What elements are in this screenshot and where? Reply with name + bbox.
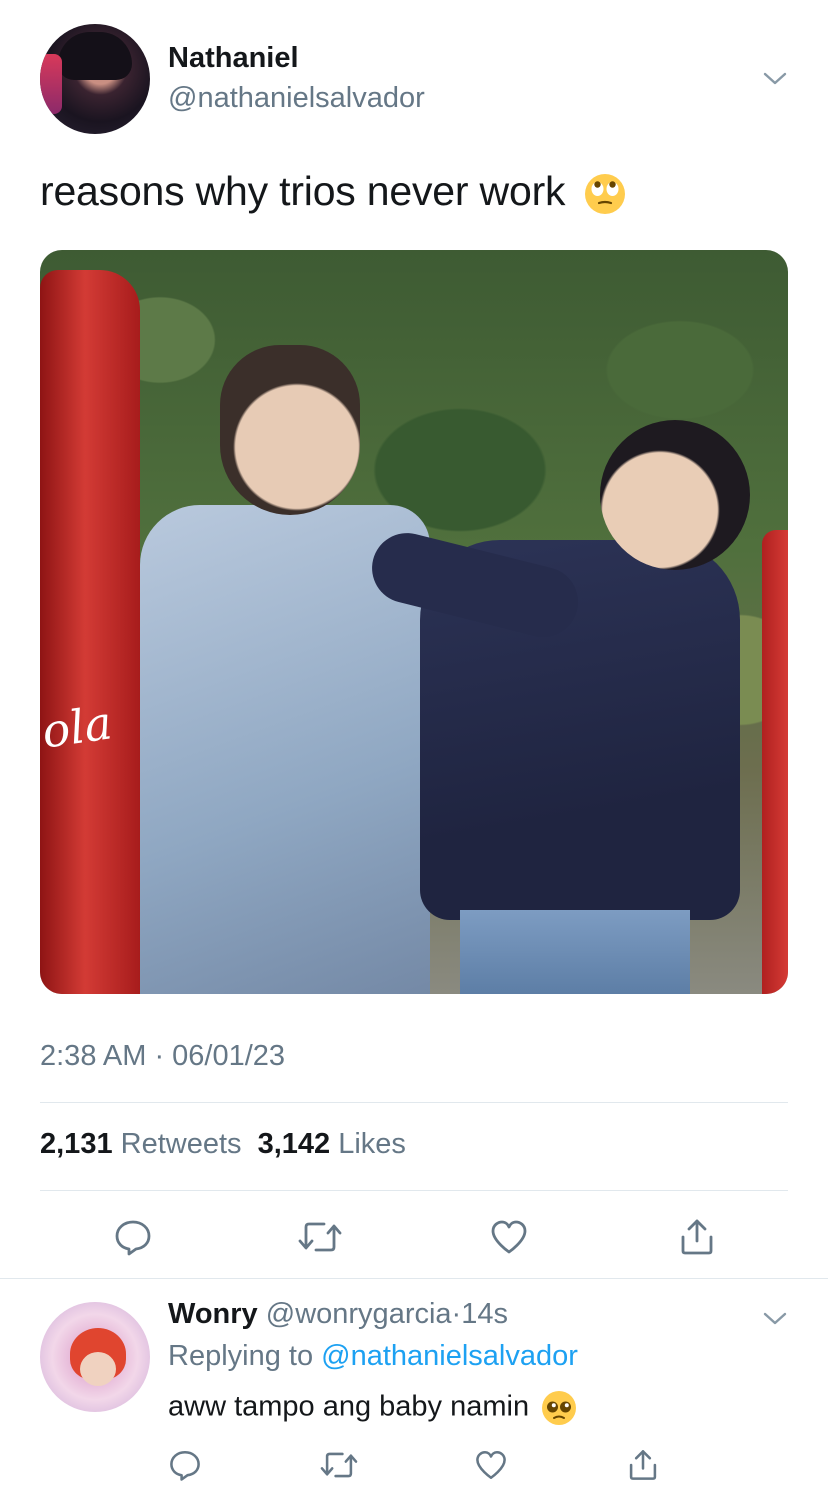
reply-header: Wonry @wonrygarcia·14s (168, 1298, 508, 1331)
author-handle[interactable]: @nathanielsalvador (168, 82, 425, 115)
reply-text: aww tampo ang baby namin (168, 1390, 577, 1426)
replying-to: Replying to @nathanielsalvador (168, 1340, 578, 1373)
share-button[interactable] (672, 1212, 722, 1262)
tweet-text: reasons why trios never work (40, 168, 627, 216)
tweet-photo[interactable]: ola (40, 250, 788, 994)
retweets-stat[interactable]: 2,131 Retweets (40, 1128, 242, 1160)
replying-to-handle[interactable]: @nathanielsalvador (321, 1340, 578, 1372)
face-with-rolling-eyes-icon (584, 174, 625, 215)
reply-author-avatar[interactable] (40, 1302, 150, 1412)
replying-to-label: Replying to (168, 1340, 314, 1372)
photo-bottle-left: ola (40, 270, 140, 994)
retweet-icon (298, 1222, 342, 1252)
retweet-button[interactable] (295, 1212, 345, 1262)
reply-chevron-down-icon[interactable] (762, 1306, 788, 1332)
likes-label: Likes (338, 1128, 406, 1160)
share-icon (681, 1219, 713, 1255)
like-icon (491, 1220, 527, 1254)
pleading-face-icon (542, 1391, 577, 1425)
photo-bottle-right (762, 530, 788, 994)
reply-text-content: aww tampo ang baby namin (168, 1390, 530, 1423)
likes-count: 3,142 (257, 1128, 331, 1160)
reply-author-name[interactable]: Wonry (168, 1298, 258, 1330)
photo-person-right (364, 390, 760, 994)
reply-share-button[interactable] (622, 1444, 664, 1486)
reply-icon (115, 1220, 151, 1256)
reply-author-handle[interactable]: @wonrygarcia (266, 1298, 452, 1330)
reply-separator: · (451, 1298, 462, 1330)
author-avatar[interactable] (40, 24, 150, 134)
reply-time[interactable]: 14s (461, 1298, 508, 1330)
retweet-icon (320, 1452, 358, 1478)
share-icon (629, 1450, 657, 1480)
tweet-stats: 2,131 Retweets 3,142 Likes (40, 1128, 406, 1161)
tweet-text-content: reasons why trios never work (40, 168, 566, 214)
chevron-down-icon[interactable] (762, 66, 788, 92)
section-divider (0, 1278, 828, 1279)
reply-button[interactable] (108, 1212, 158, 1262)
like-button[interactable] (484, 1212, 534, 1262)
author-name[interactable]: Nathaniel (168, 42, 299, 75)
reply-like-button[interactable] (470, 1444, 512, 1486)
divider (40, 1190, 788, 1191)
divider (40, 1102, 788, 1103)
retweets-label: Retweets (120, 1128, 242, 1160)
reply-reply-button[interactable] (164, 1444, 206, 1486)
retweets-count: 2,131 (40, 1128, 113, 1160)
tweet-timestamp[interactable]: 2:38 AM · 06/01/23 (40, 1040, 285, 1073)
reply-retweet-button[interactable] (318, 1444, 360, 1486)
like-icon (476, 1450, 506, 1480)
reply-icon (170, 1450, 200, 1481)
photo-bottle-text: ola (40, 695, 116, 759)
likes-stat[interactable]: 3,142 Likes (258, 1128, 406, 1160)
